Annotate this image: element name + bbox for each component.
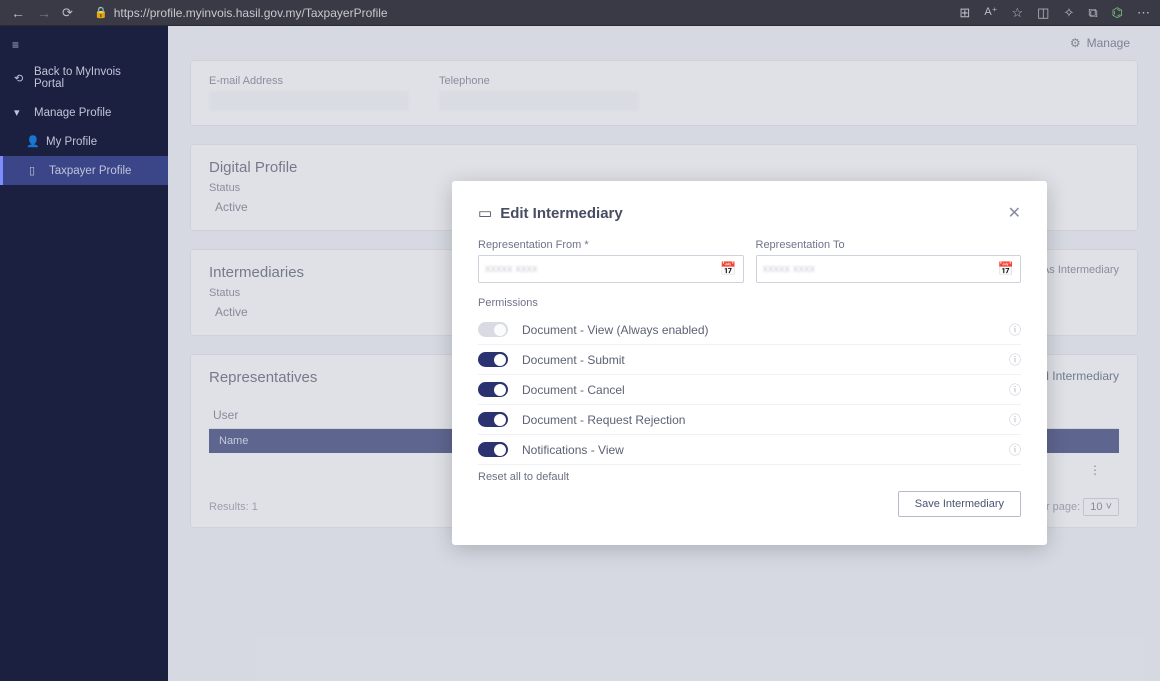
app-icon[interactable]: ⊞ xyxy=(959,5,970,21)
perm-doc-cancel: Document - Cancel ⓘ xyxy=(478,375,1021,405)
sidebar-my-label: My Profile xyxy=(46,136,97,148)
back-icon[interactable]: ← xyxy=(10,5,26,21)
perm-notif-view-label: Notifications - View xyxy=(522,443,624,457)
info-icon[interactable]: ⓘ xyxy=(1009,441,1021,458)
sidebar-tax-label: Taxpayer Profile xyxy=(49,165,131,177)
sync-icon[interactable]: ⧉ xyxy=(1088,5,1097,21)
perm-doc-submit: Document - Submit ⓘ xyxy=(478,345,1021,375)
lock-icon: 🔒 xyxy=(94,6,108,19)
read-aloud-icon[interactable]: A⁺ xyxy=(984,5,997,21)
sidebar-item-manage[interactable]: ▾ Manage Profile xyxy=(0,98,168,127)
perm-doc-view: Document - View (Always enabled) ⓘ xyxy=(478,315,1021,345)
toggle-doc-reject[interactable] xyxy=(478,412,508,427)
calendar-icon[interactable]: 📅 xyxy=(998,261,1014,277)
favorite-icon[interactable]: ☆ xyxy=(1011,5,1023,21)
close-icon[interactable]: ✕ xyxy=(1008,203,1021,223)
edit-intermediary-modal: ▭ Edit Intermediary ✕ Representation Fro… xyxy=(452,181,1047,545)
perm-doc-cancel-label: Document - Cancel xyxy=(522,383,625,397)
back-portal-icon: ⟲ xyxy=(14,72,26,85)
url-text: https://profile.myinvois.hasil.gov.my/Ta… xyxy=(114,6,388,20)
split-icon[interactable]: ◫ xyxy=(1037,5,1049,21)
reload-icon[interactable]: ⟳ xyxy=(62,5,78,21)
building-icon: ▯ xyxy=(29,164,41,177)
browser-chrome: ← → ⟳ 🔒 https://profile.myinvois.hasil.g… xyxy=(0,0,1160,26)
person-icon: 👤 xyxy=(26,135,38,148)
perm-doc-reject: Document - Request Rejection ⓘ xyxy=(478,405,1021,435)
main-area: ⚙ Manage E-mail Address Telephone Digita… xyxy=(168,26,1160,681)
address-bar[interactable]: 🔒 https://profile.myinvois.hasil.gov.my/… xyxy=(94,6,388,20)
toggle-notif-view[interactable] xyxy=(478,442,508,457)
info-icon[interactable]: ⓘ xyxy=(1009,381,1021,398)
rep-from-input[interactable]: xxxxx xxxx📅 xyxy=(478,255,744,283)
sidebar-manage-label: Manage Profile xyxy=(34,107,111,119)
reset-link[interactable]: Reset all to default xyxy=(478,471,1021,483)
rep-from-label: Representation From * xyxy=(478,239,744,251)
chevron-down-icon: ▾ xyxy=(14,106,26,119)
calendar-icon[interactable]: 📅 xyxy=(720,261,736,277)
perm-doc-submit-label: Document - Submit xyxy=(522,353,625,367)
info-icon[interactable]: ⓘ xyxy=(1009,411,1021,428)
toggle-doc-view xyxy=(478,322,508,337)
hamburger-icon[interactable]: ≡ xyxy=(0,32,168,58)
laptop-icon: ▭ xyxy=(478,204,492,222)
extension-icon[interactable]: ⌬ xyxy=(1112,5,1123,21)
info-icon[interactable]: ⓘ xyxy=(1009,321,1021,338)
perm-notif-view: Notifications - View ⓘ xyxy=(478,435,1021,465)
sidebar: ≡ ⟲ Back to MyInvois Portal ▾ Manage Pro… xyxy=(0,26,168,681)
toggle-doc-submit[interactable] xyxy=(478,352,508,367)
sidebar-item-my-profile[interactable]: 👤 My Profile xyxy=(0,127,168,156)
forward-icon[interactable]: → xyxy=(36,5,52,21)
sidebar-item-taxpayer-profile[interactable]: ▯ Taxpayer Profile xyxy=(0,156,168,185)
sidebar-back-label: Back to MyInvois Portal xyxy=(34,66,154,90)
chrome-actions: ⊞ A⁺ ☆ ◫ ✧ ⧉ ⌬ ⋯ xyxy=(959,5,1150,21)
info-icon[interactable]: ⓘ xyxy=(1009,351,1021,368)
save-intermediary-button[interactable]: Save Intermediary xyxy=(898,491,1021,517)
toggle-doc-cancel[interactable] xyxy=(478,382,508,397)
sidebar-item-back[interactable]: ⟲ Back to MyInvois Portal xyxy=(0,58,168,98)
more-icon[interactable]: ⋯ xyxy=(1137,5,1150,21)
collections-icon[interactable]: ✧ xyxy=(1063,5,1074,21)
rep-to-input[interactable]: xxxxx xxxx📅 xyxy=(756,255,1022,283)
permissions-label: Permissions xyxy=(478,297,1021,309)
modal-title: Edit Intermediary xyxy=(500,205,623,222)
perm-doc-view-label: Document - View (Always enabled) xyxy=(522,323,709,337)
rep-to-label: Representation To xyxy=(756,239,1022,251)
perm-doc-reject-label: Document - Request Rejection xyxy=(522,413,685,427)
